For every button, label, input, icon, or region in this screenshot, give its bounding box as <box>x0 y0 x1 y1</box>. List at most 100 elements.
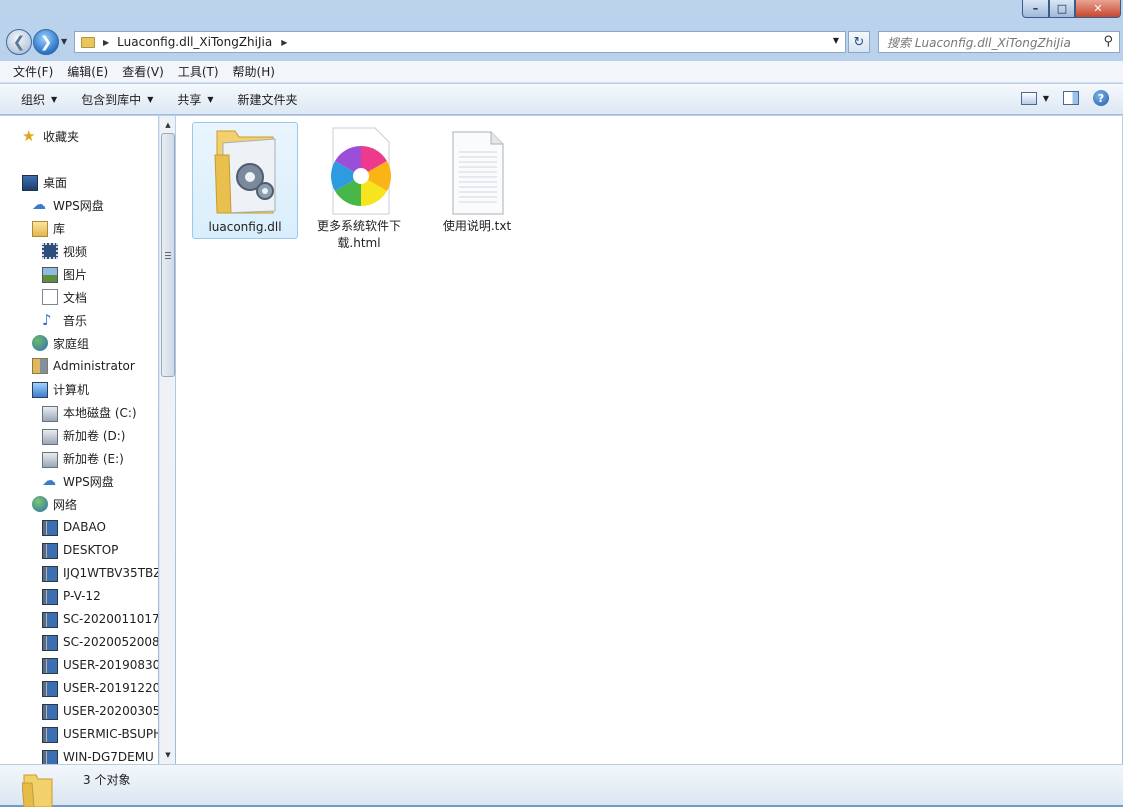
maximize-button[interactable]: □ <box>1049 0 1075 18</box>
sidebar-item[interactable]: 新加卷 (D:) <box>42 424 125 446</box>
desktop-icon <box>22 175 38 191</box>
chevron-down-icon: ▼ <box>51 94 58 104</box>
new-folder-label: 新建文件夹 <box>237 92 298 107</box>
sidebar-item-favorites[interactable]: ★ 收藏夹 <box>22 125 79 147</box>
scroll-down-icon[interactable]: ▼ <box>161 747 175 763</box>
sidebar-item[interactable]: DABAO <box>42 516 106 538</box>
sidebar-item[interactable]: ♪ 音乐 <box>42 309 87 331</box>
sidebar-item[interactable]: 本地磁盘 (C:) <box>42 401 137 423</box>
sidebar-item[interactable]: P-V-12 <box>42 585 101 607</box>
folder-gear-icon <box>214 130 276 214</box>
sidebar-item[interactable]: 文档 <box>42 286 87 308</box>
navigation-scrollbar[interactable]: ▲ ▼ <box>159 116 175 764</box>
sidebar-item-label: 视频 <box>63 244 88 259</box>
status-bar: 3 个对象 <box>0 764 1123 807</box>
window-controls: – □ ✕ <box>1022 0 1121 18</box>
drive-icon <box>42 452 58 468</box>
menu-help[interactable]: 帮助(H) <box>226 63 282 80</box>
recent-pages-dropdown[interactable]: ▼ <box>61 37 67 46</box>
back-button[interactable]: ❮ <box>6 29 32 55</box>
file-item[interactable]: 使用说明.txt <box>424 122 530 235</box>
minimize-button[interactable]: – <box>1022 0 1049 18</box>
network-computer-icon <box>42 566 58 582</box>
sidebar-item[interactable]: DESKTOP <box>42 539 118 561</box>
sidebar-item-label: USER-20190830 <box>63 658 158 672</box>
sidebar-item-label: 家庭组 <box>53 336 90 351</box>
organize-button[interactable]: 组织 ▼ <box>0 91 72 108</box>
include-in-library-button[interactable]: 包含到库中 ▼ <box>72 91 168 108</box>
sidebar-item[interactable]: ☁ WPS网盘 <box>42 470 114 492</box>
sidebar-item[interactable]: 家庭组 <box>32 332 89 354</box>
music-icon: ♪ <box>42 311 52 329</box>
preview-pane-icon[interactable] <box>1063 91 1079 105</box>
refresh-button[interactable]: ↻ <box>848 31 870 53</box>
explorer-window: – □ ✕ ❮ ❯ ▼ ▶ Luaconfig.dll_XiTongZhiJia… <box>0 0 1123 807</box>
menu-edit[interactable]: 编辑(E) <box>60 63 115 80</box>
include-library-label: 包含到库中 <box>81 92 142 107</box>
sidebar-item[interactable]: USER-20190830 <box>42 654 158 676</box>
file-item[interactable]: 更多系统软件下载.html <box>306 122 412 252</box>
back-arrow-icon: ❮ <box>12 33 26 51</box>
sidebar-item-label: IJQ1WTBV35TBZ <box>63 566 158 580</box>
network-computer-icon <box>42 727 58 743</box>
network-computer-icon <box>42 520 58 536</box>
forward-arrow-icon: ❯ <box>39 33 53 51</box>
network-computer-icon <box>42 543 58 559</box>
view-options-dropdown-icon[interactable]: ▼ <box>1043 94 1049 103</box>
sidebar-item[interactable]: ☁ WPS网盘 <box>32 194 104 216</box>
network-computer-icon <box>42 589 58 605</box>
sidebar-item-label: 图片 <box>63 267 88 282</box>
breadcrumb-chevron-icon[interactable]: ▶ <box>103 38 109 47</box>
sidebar-item-label: 新加卷 (E:) <box>63 451 124 466</box>
browser-html-icon <box>330 127 392 215</box>
help-icon[interactable]: ? <box>1093 90 1109 106</box>
menu-view[interactable]: 查看(V) <box>115 63 171 80</box>
sidebar-item[interactable]: USER-20200305 <box>42 700 158 722</box>
address-dropdown-icon[interactable]: ▼ <box>833 36 839 45</box>
sidebar-item[interactable]: 图片 <box>42 263 87 285</box>
sidebar-item-label: DABAO <box>63 520 106 534</box>
computer-icon <box>32 381 48 398</box>
folder-icon <box>22 774 53 807</box>
sidebar-item[interactable]: 视频 <box>42 240 87 262</box>
close-button[interactable]: ✕ <box>1075 0 1121 18</box>
change-view-icon[interactable] <box>1020 91 1037 105</box>
breadcrumb-current[interactable]: Luaconfig.dll_XiTongZhiJia <box>117 35 272 49</box>
menu-file[interactable]: 文件(F) <box>0 63 60 80</box>
refresh-icon: ↻ <box>853 34 865 50</box>
sidebar-item[interactable]: IJQ1WTBV35TBZ <box>42 562 158 584</box>
scrollbar-thumb[interactable] <box>161 133 175 377</box>
sidebar-item-label: USER-20200305 <box>63 704 158 718</box>
sidebar-item[interactable]: 桌面 <box>22 171 67 193</box>
file-item[interactable]: luaconfig.dll <box>192 122 298 239</box>
sidebar-item[interactable]: USERMIC-BSUPH <box>42 723 158 745</box>
sidebar-item[interactable]: 新加卷 (E:) <box>42 447 124 469</box>
text-file-icon <box>452 131 504 215</box>
sidebar-item[interactable]: Administrator <box>32 355 135 377</box>
new-folder-button[interactable]: 新建文件夹 <box>229 91 313 108</box>
sidebar-item[interactable]: 网络 <box>32 493 77 515</box>
network-computer-icon <box>42 635 58 651</box>
sidebar-item-label: 新加卷 (D:) <box>63 428 126 443</box>
cloud-icon: ☁ <box>32 197 46 213</box>
sidebar-item[interactable]: 计算机 <box>32 378 89 400</box>
sidebar-item[interactable]: SC-2020011017 <box>42 608 158 630</box>
sidebar-item-label: 文档 <box>63 290 88 305</box>
sidebar-item[interactable]: USER-20191220 <box>42 677 158 699</box>
picture-icon <box>42 267 58 283</box>
sidebar-item[interactable]: 库 <box>32 217 65 239</box>
sidebar-item-label: USERMIC-BSUPH <box>63 727 158 741</box>
sidebar-item[interactable]: WIN-DG7DEMU <box>42 746 154 764</box>
sidebar-item[interactable]: SC-2020052008 <box>42 631 158 653</box>
sidebar-item-label: 收藏夹 <box>43 129 80 144</box>
drive-icon <box>42 429 58 445</box>
address-bar[interactable]: ▶ Luaconfig.dll_XiTongZhiJia ▶ ▼ <box>74 31 846 53</box>
scroll-up-icon[interactable]: ▲ <box>161 117 175 133</box>
forward-button[interactable]: ❯ <box>33 29 59 55</box>
search-input[interactable]: 搜索 Luaconfig.dll_XiTongZhiJia ⚲ <box>878 31 1120 53</box>
share-button[interactable]: 共享 ▼ <box>168 91 228 108</box>
breadcrumb-chevron-icon[interactable]: ▶ <box>281 38 287 47</box>
menu-tools[interactable]: 工具(T) <box>171 63 226 80</box>
video-icon <box>42 243 58 259</box>
search-icon[interactable]: ⚲ <box>1103 34 1113 49</box>
